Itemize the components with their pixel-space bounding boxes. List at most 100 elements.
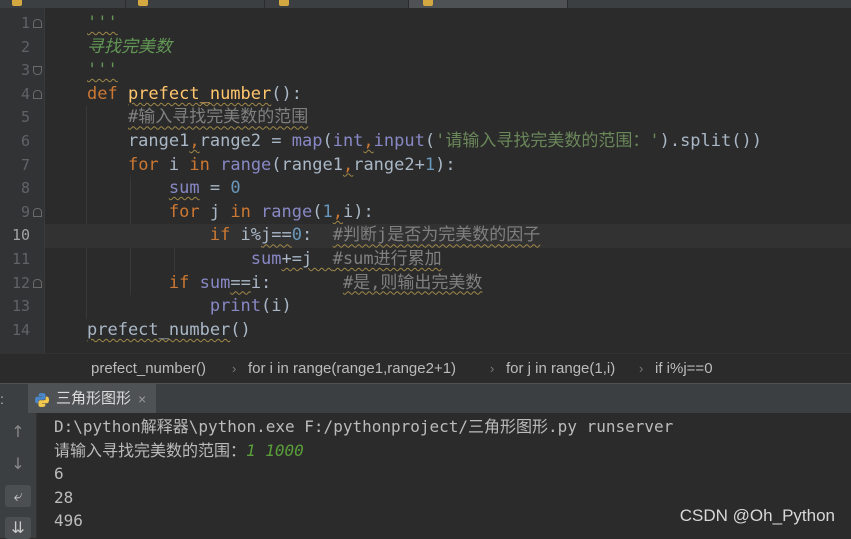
- breadcrumb-separator-icon: ›: [639, 361, 644, 376]
- code-token: for: [168, 201, 210, 222]
- code-token: =: [199, 178, 231, 199]
- code-line[interactable]: #输入寻找完美数的范围: [45, 106, 851, 130]
- code-token: 1: [322, 201, 333, 222]
- code-token: #sum进行累加: [332, 249, 442, 269]
- scroll-up-icon[interactable]: ↑: [5, 421, 31, 443]
- code-token: in: [189, 154, 221, 175]
- code-token: j==: [261, 225, 292, 246]
- line-number: 2: [20, 37, 30, 56]
- editor-tab-3[interactable]: [265, 0, 409, 8]
- fold-marker-icon[interactable]: [33, 207, 42, 217]
- console-line: D:\python解释器\python.exe F:/pythonproject…: [54, 415, 673, 439]
- code-line[interactable]: 寻找完美数: [45, 36, 851, 60]
- code-token: (): [230, 319, 251, 340]
- breadcrumb-separator-icon: ›: [232, 361, 237, 376]
- code-token: +=j: [281, 249, 333, 269]
- code-token: int: [332, 131, 364, 151]
- breadcrumb-item-function[interactable]: prefect_number(): [91, 354, 206, 384]
- soft-wrap-icon[interactable]: ⤶: [5, 485, 31, 507]
- code-token: j: [209, 201, 231, 222]
- editor-tab-2[interactable]: [126, 0, 265, 8]
- code-line[interactable]: for j in range(1,i):: [45, 201, 851, 225]
- python-file-icon: [12, 0, 22, 6]
- run-panel-header: : 三角形图形 ×: [0, 383, 851, 414]
- code-token: (: [322, 131, 333, 151]
- line-number: 12: [11, 273, 30, 292]
- close-icon[interactable]: ×: [138, 384, 146, 414]
- code-line-text: range1,range2 = map(int,input('请输入寻找完美数的…: [87, 130, 762, 154]
- code-token: ):: [435, 154, 456, 175]
- python-file-icon: [279, 0, 289, 6]
- code-editor[interactable]: ''' 寻找完美数 ''' def prefect_number(): #输入寻找完美…: [45, 8, 851, 353]
- code-token: def: [87, 83, 128, 104]
- code-line[interactable]: ''': [45, 12, 851, 36]
- code-token: input: [373, 131, 425, 151]
- fold-marker-icon[interactable]: [33, 278, 42, 288]
- run-tab[interactable]: 三角形图形 ×: [28, 384, 156, 414]
- fold-marker-icon[interactable]: [33, 66, 42, 76]
- code-token: ''': [87, 60, 118, 81]
- code-token: sum: [168, 178, 200, 199]
- code-line[interactable]: ''': [45, 59, 851, 83]
- console-toolbar: ↑ ↓ ⤶ ⇊: [0, 413, 37, 539]
- code-token: range: [261, 201, 313, 222]
- code-token: i:: [250, 272, 343, 293]
- editor-tab-1[interactable]: [0, 0, 126, 8]
- code-token: 1: [424, 154, 436, 175]
- code-token: (range1: [271, 154, 343, 175]
- code-line-text: print(i): [87, 295, 292, 319]
- code-token: 0: [291, 225, 302, 246]
- code-token: ,: [342, 154, 354, 175]
- code-line-text: for i in range(range1,range2+1):: [87, 154, 456, 178]
- fold-marker-icon[interactable]: [33, 19, 42, 28]
- code-token: (: [312, 201, 323, 222]
- python-icon: [35, 393, 49, 407]
- line-number: 3: [20, 61, 30, 80]
- code-token: i: [168, 154, 190, 175]
- code-token: if: [209, 225, 241, 246]
- line-number: 5: [20, 108, 30, 127]
- code-line[interactable]: prefect_number(): [45, 319, 851, 343]
- scroll-down-icon[interactable]: ↓: [5, 453, 31, 475]
- fold-marker-icon[interactable]: [33, 89, 42, 99]
- breadcrumb-item-outer-loop[interactable]: for i in range(range1,range2+1): [248, 354, 456, 384]
- line-number: 13: [11, 297, 30, 316]
- scroll-to-end-icon[interactable]: ⇊: [5, 517, 31, 539]
- run-tab-title: 三角形图形: [56, 390, 132, 407]
- code-token: for: [127, 154, 169, 175]
- console-line: 请输入寻找完美数的范围：1 1000: [54, 439, 304, 463]
- code-line[interactable]: range1,range2 = map(int,input('请输入寻找完美数的…: [45, 130, 851, 154]
- breadcrumb-separator-icon: ›: [490, 361, 495, 376]
- code-line[interactable]: if sum==i: #是,则输出完美数: [45, 272, 851, 296]
- code-line[interactable]: for i in range(range1,range2+1):: [45, 154, 851, 178]
- console-text: 6: [54, 464, 64, 483]
- code-line[interactable]: if i%j==0: #判断j是否为完美数的因子: [45, 224, 851, 248]
- watermark: CSDN @Oh_Python: [679, 506, 835, 525]
- code-line-text: ''': [87, 59, 118, 83]
- console-text: 请输入寻找完美数的范围：: [54, 440, 247, 460]
- code-token: (: [424, 131, 436, 151]
- line-number: 11: [11, 250, 30, 268]
- code-token: ).split()): [659, 131, 762, 151]
- code-token: #是,则输出完美数: [342, 272, 483, 293]
- code-line[interactable]: sum = 0: [45, 177, 851, 201]
- run-panel-label: :: [0, 391, 4, 407]
- code-line[interactable]: sum+=j #sum进行累加: [45, 248, 851, 272]
- code-token: sum: [199, 272, 231, 293]
- breadcrumb-item-inner-loop[interactable]: for j in range(1,i): [506, 354, 615, 384]
- python-file-icon: [138, 0, 148, 6]
- breadcrumb-item-condition[interactable]: if i%j==0: [655, 354, 713, 384]
- code-line[interactable]: def prefect_number():: [45, 83, 851, 107]
- code-line[interactable]: print(i): [45, 295, 851, 319]
- code-line-text: sum = 0: [87, 177, 241, 201]
- code-line-text: if i%j==0: #判断j是否为完美数的因子: [87, 224, 540, 248]
- code-token: (i): [261, 296, 292, 317]
- code-token: range2 =: [199, 131, 292, 151]
- code-line-text: ''': [87, 12, 118, 36]
- line-number-gutter: 1 2 3 4 5 6 7 8 9 10 11 12 13 14: [0, 8, 45, 353]
